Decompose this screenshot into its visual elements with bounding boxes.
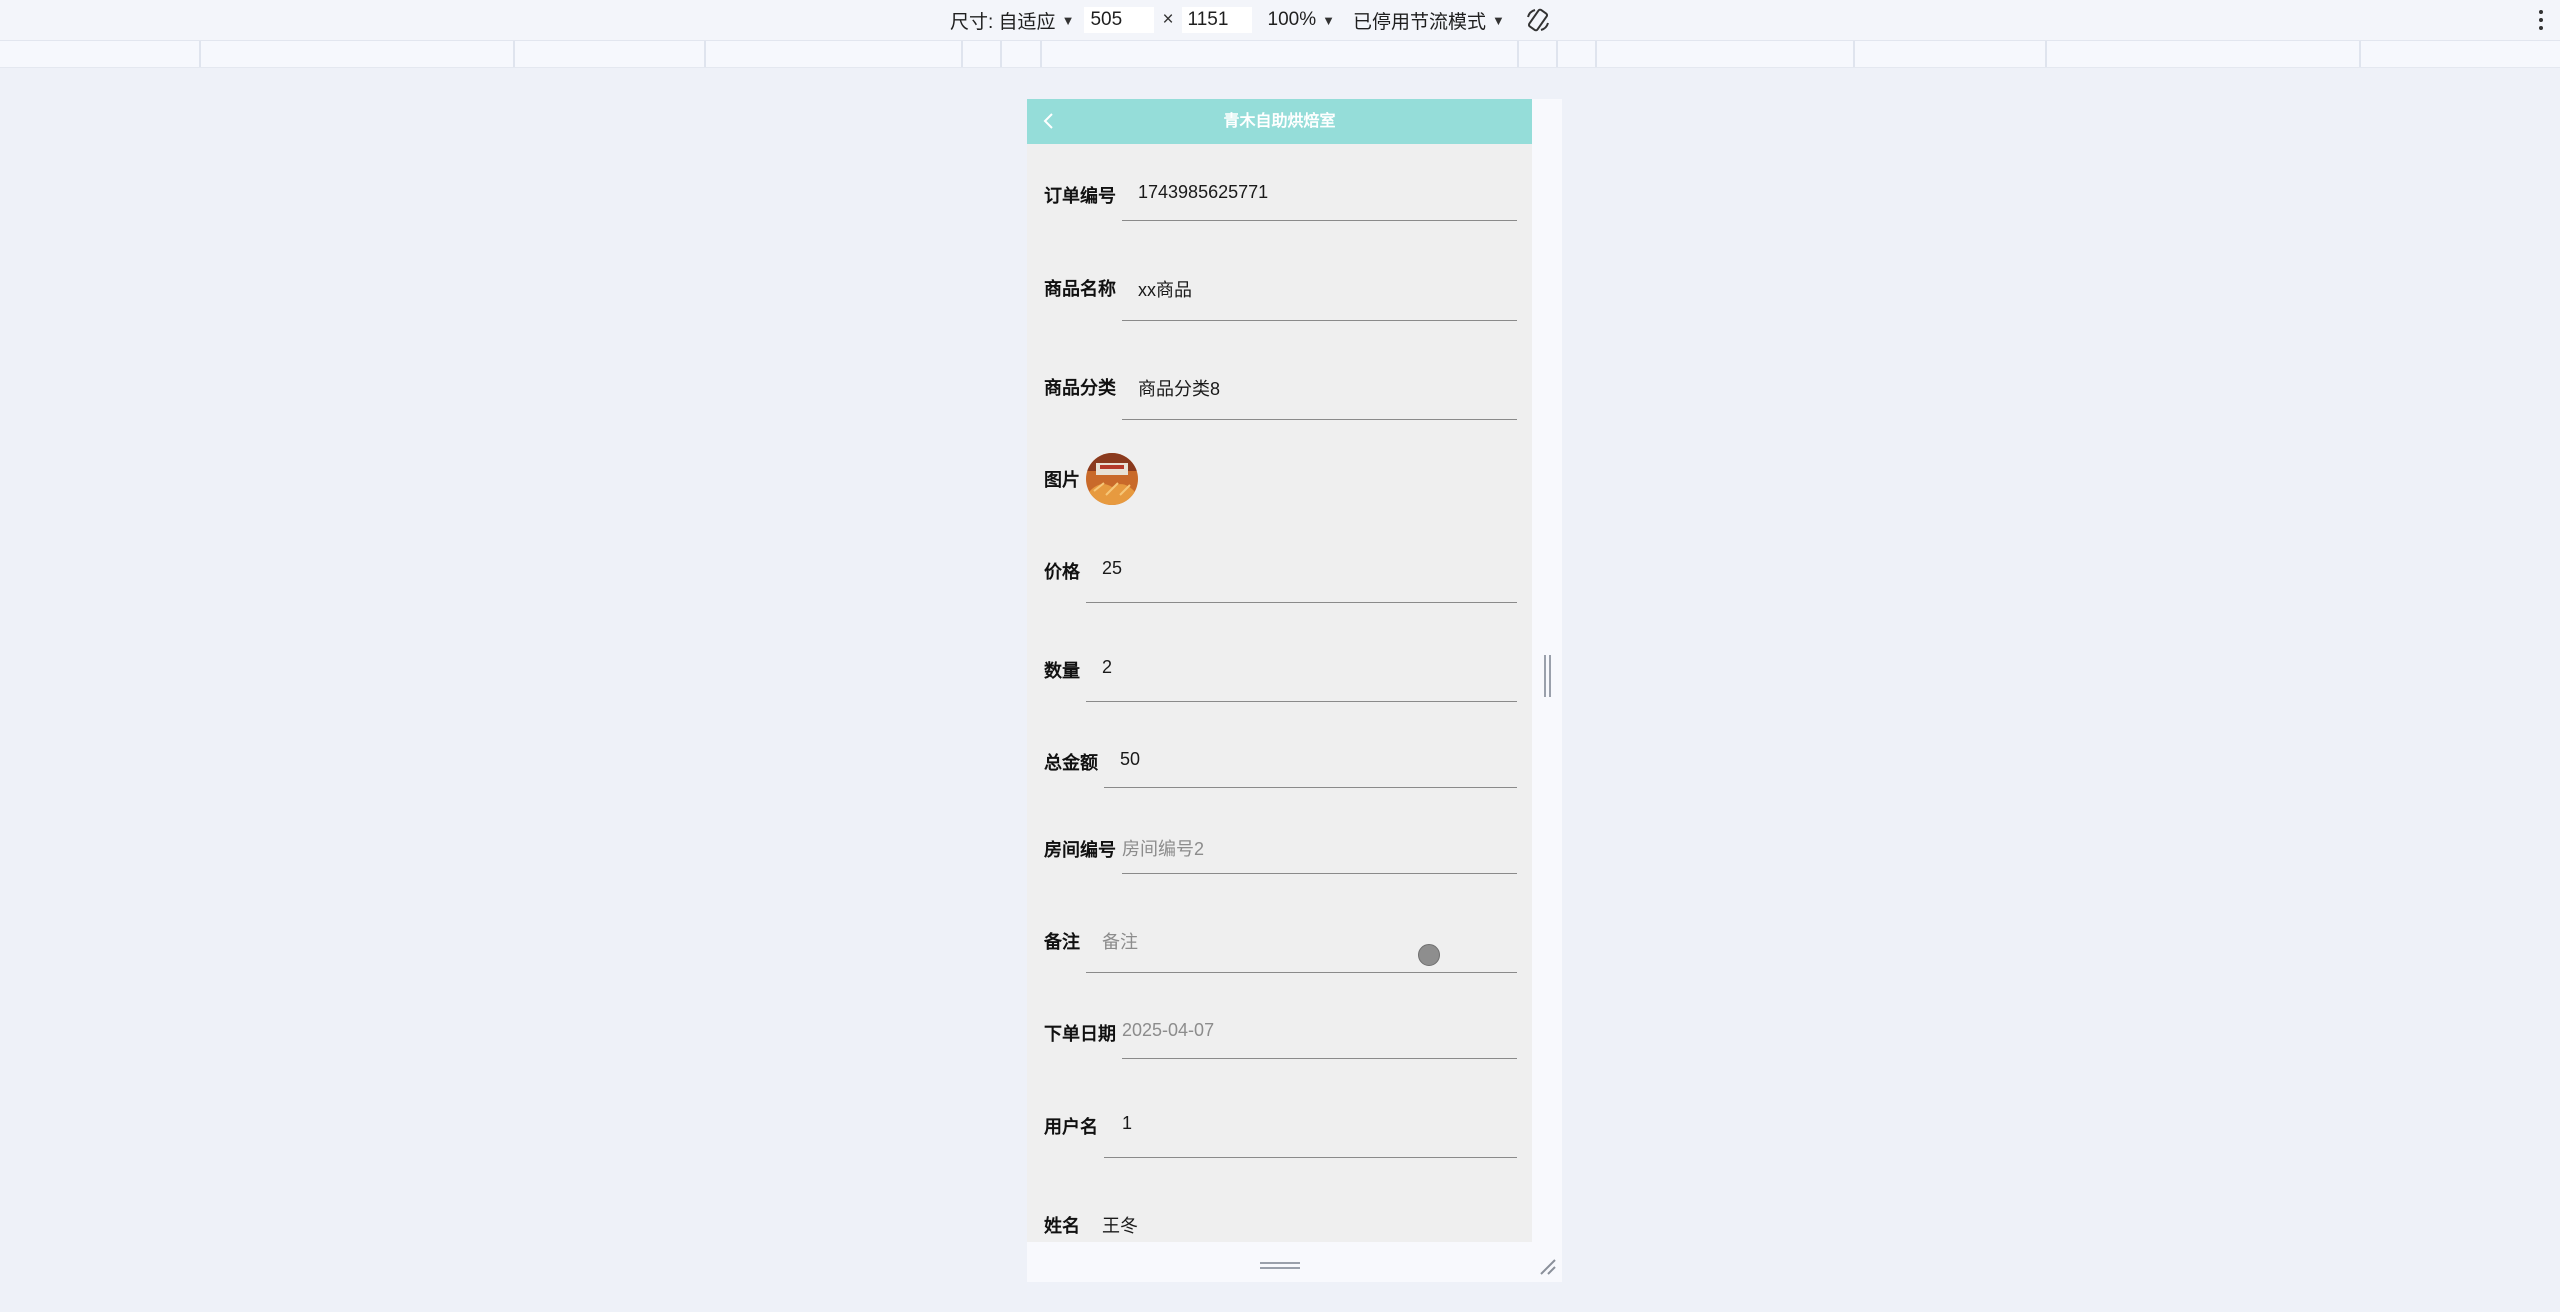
order-date-label: 下单日期 xyxy=(1044,1024,1116,1044)
resize-handle-bottom[interactable] xyxy=(1260,1262,1300,1272)
ruler-segment[interactable] xyxy=(2361,41,2560,67)
ruler-segment[interactable] xyxy=(0,41,201,67)
product-name-field[interactable]: xx商品 xyxy=(1138,276,1192,302)
caret-down-icon: ▼ xyxy=(1061,12,1075,28)
remark-field[interactable]: 备注 xyxy=(1102,928,1138,954)
rotate-icon[interactable] xyxy=(1523,5,1553,35)
device-toolbar: 尺寸: 自适应 ▼ × 100% ▼ 已停用节流模式 ▼ xyxy=(0,0,2560,41)
name-field[interactable]: 王冬 xyxy=(1102,1212,1138,1238)
throttle-label: 已停用节流模式 xyxy=(1353,11,1487,33)
product-category-field[interactable]: 商品分类8 xyxy=(1138,375,1220,401)
username-field[interactable]: 1 xyxy=(1122,1113,1132,1134)
product-name-label: 商品名称 xyxy=(1044,279,1116,299)
total-field[interactable]: 50 xyxy=(1120,749,1140,770)
remark-label: 备注 xyxy=(1044,932,1080,952)
field-underline xyxy=(1122,320,1517,321)
more-vert-icon[interactable] xyxy=(2536,6,2546,34)
ruler-segment[interactable] xyxy=(1558,41,1597,67)
app-header: 青木自助烘焙室 xyxy=(1027,99,1532,144)
total-label: 总金额 xyxy=(1044,753,1098,773)
device-viewport: 青木自助烘焙室 订单编号 1743985625771 商品名称 xx商品 商品分… xyxy=(1027,99,1532,1242)
price-label: 价格 xyxy=(1044,562,1080,582)
zoom-dropdown[interactable]: 100% ▼ xyxy=(1268,9,1335,31)
order-date-field[interactable]: 2025-04-07 xyxy=(1122,1020,1214,1041)
field-underline xyxy=(1086,602,1517,603)
resize-handle-right[interactable] xyxy=(1542,655,1552,697)
quantity-label: 数量 xyxy=(1044,661,1080,681)
ruler-segment[interactable] xyxy=(963,41,1002,67)
media-query-ruler xyxy=(0,41,2560,68)
caret-down-icon: ▼ xyxy=(1322,12,1336,28)
field-underline xyxy=(1086,972,1517,973)
name-label: 姓名 xyxy=(1044,1216,1080,1236)
width-input[interactable] xyxy=(1084,7,1155,33)
ruler-segment[interactable] xyxy=(1042,41,1519,67)
throttle-dropdown[interactable]: 已停用节流模式 ▼ xyxy=(1353,7,1505,34)
ruler-segment[interactable] xyxy=(1855,41,2047,67)
ruler-segment[interactable] xyxy=(2047,41,2361,67)
username-label: 用户名 xyxy=(1044,1117,1098,1137)
field-underline xyxy=(1122,873,1517,874)
ruler-segment[interactable] xyxy=(201,41,515,67)
ruler-segment[interactable] xyxy=(515,41,706,67)
price-field[interactable]: 25 xyxy=(1102,558,1122,579)
field-underline xyxy=(1122,419,1517,420)
zoom-label: 100% xyxy=(1267,9,1317,30)
room-no-field[interactable]: 房间编号2 xyxy=(1122,835,1204,861)
field-underline xyxy=(1122,1058,1517,1059)
ruler-segment[interactable] xyxy=(706,41,963,67)
room-no-label: 房间编号 xyxy=(1044,840,1116,860)
product-thumbnail[interactable] xyxy=(1086,453,1138,505)
field-underline xyxy=(1122,220,1517,221)
touch-cursor xyxy=(1418,944,1440,966)
page-title: 青木自助烘焙室 xyxy=(1223,113,1336,130)
resize-handle-corner[interactable] xyxy=(1537,1256,1557,1276)
height-input[interactable] xyxy=(1181,7,1252,33)
image-label: 图片 xyxy=(1044,470,1080,490)
field-underline xyxy=(1104,1157,1517,1158)
device-toolbar-controls: 尺寸: 自适应 ▼ × 100% ▼ 已停用节流模式 ▼ xyxy=(950,0,1553,40)
dimensions-label: 尺寸: 自适应 xyxy=(950,11,1056,33)
product-category-label: 商品分类 xyxy=(1044,378,1116,398)
dimensions-dropdown[interactable]: 尺寸: 自适应 ▼ xyxy=(950,7,1074,34)
ruler-segment[interactable] xyxy=(1597,41,1855,67)
ruler-segment[interactable] xyxy=(1519,41,1558,67)
ruler-segment[interactable] xyxy=(1002,41,1042,67)
order-no-label: 订单编号 xyxy=(1044,186,1116,206)
order-no-field[interactable]: 1743985625771 xyxy=(1138,182,1268,203)
field-underline xyxy=(1104,787,1517,788)
caret-down-icon: ▼ xyxy=(1492,12,1505,28)
quantity-field[interactable]: 2 xyxy=(1102,657,1112,678)
times-symbol: × xyxy=(1162,9,1174,30)
field-underline xyxy=(1086,701,1517,702)
